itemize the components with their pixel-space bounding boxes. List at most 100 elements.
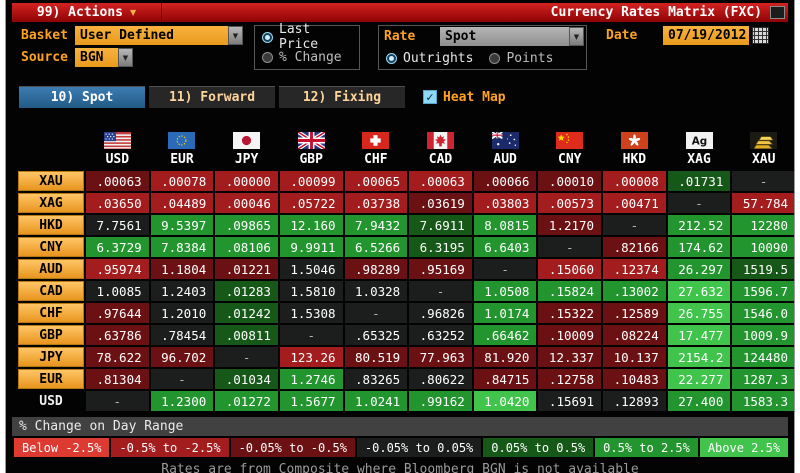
outrights-radio[interactable]: Outrights (386, 48, 473, 68)
rate-cell-cny-hkd[interactable]: .82166 (603, 237, 666, 257)
rate-cell-cny-chf[interactable]: 6.5266 (344, 237, 408, 257)
rate-cell-hkd-eur[interactable]: 9.5397 (150, 215, 214, 235)
calendar-icon[interactable] (752, 27, 769, 44)
rate-cell-cny-eur[interactable]: 7.8384 (150, 237, 214, 257)
rate-cell-xag-eur[interactable]: .04489 (150, 193, 214, 213)
rate-cell-chf-cny[interactable]: .15322 (538, 303, 602, 323)
rate-cell-jpy-cny[interactable]: 12.337 (538, 347, 602, 367)
rate-cell-jpy-xag[interactable]: 2154.2 (667, 347, 731, 367)
rate-cell-xau-cny[interactable]: .00010 (538, 171, 602, 191)
rate-cell-hkd-hkd[interactable]: - (603, 215, 666, 235)
rate-cell-xag-xau[interactable]: 57.784 (732, 193, 794, 213)
rate-cell-jpy-hkd[interactable]: 10.137 (603, 347, 666, 367)
column-header-eur[interactable]: EUR (151, 113, 214, 169)
rate-cell-chf-xag[interactable]: 26.755 (667, 303, 731, 323)
rate-cell-eur-eur[interactable]: - (150, 369, 214, 389)
row-label-hkd[interactable]: HKD (18, 215, 84, 235)
column-header-xau[interactable]: XAU (732, 113, 794, 169)
rate-cell-eur-aud[interactable]: .84715 (473, 369, 537, 389)
source-select[interactable]: BGN (75, 48, 118, 67)
rate-cell-cad-aud[interactable]: 1.0508 (473, 281, 537, 301)
rate-cell-hkd-jpy[interactable]: .09865 (215, 215, 278, 235)
rate-cell-xau-chf[interactable]: .00065 (344, 171, 408, 191)
percent-change-radio[interactable]: % Change (262, 47, 352, 67)
rate-cell-usd-cad[interactable]: .99162 (409, 391, 472, 411)
rate-cell-cny-usd[interactable]: 6.3729 (86, 237, 149, 257)
rate-cell-cad-xag[interactable]: 27.632 (667, 281, 731, 301)
rate-cell-gbp-eur[interactable]: .78454 (150, 325, 214, 345)
rate-cell-chf-jpy[interactable]: .01242 (215, 303, 278, 323)
rate-cell-cad-chf[interactable]: 1.0328 (344, 281, 408, 301)
rate-cell-xau-usd[interactable]: .00063 (86, 171, 149, 191)
tab-forward[interactable]: 11) Forward (149, 86, 275, 108)
rate-cell-eur-hkd[interactable]: .10483 (603, 369, 666, 389)
rate-cell-jpy-cad[interactable]: 77.963 (409, 347, 472, 367)
column-header-usd[interactable]: USD (86, 113, 149, 169)
rate-cell-jpy-chf[interactable]: 80.519 (344, 347, 408, 367)
rate-cell-gbp-aud[interactable]: .66462 (473, 325, 537, 345)
rate-cell-eur-xag[interactable]: 22.277 (667, 369, 731, 389)
rate-cell-xau-aud[interactable]: .00066 (473, 171, 537, 191)
rate-cell-xag-cny[interactable]: .00573 (538, 193, 602, 213)
rate-cell-eur-xau[interactable]: 1287.3 (732, 369, 794, 389)
rate-cell-chf-cad[interactable]: .96826 (409, 303, 472, 323)
rate-cell-xau-cad[interactable]: .00063 (409, 171, 472, 191)
rate-cell-jpy-aud[interactable]: 81.920 (473, 347, 537, 367)
rate-cell-eur-cad[interactable]: .80622 (409, 369, 472, 389)
row-label-cny[interactable]: CNY (18, 237, 84, 257)
rate-cell-cad-cad[interactable]: - (409, 281, 472, 301)
rate-cell-cad-hkd[interactable]: .13002 (603, 281, 666, 301)
rate-cell-xau-jpy[interactable]: .00000 (215, 171, 278, 191)
rate-cell-aud-usd[interactable]: .95974 (86, 259, 149, 279)
rate-cell-xag-jpy[interactable]: .00046 (215, 193, 278, 213)
titlebar-menu-button[interactable] (770, 6, 785, 19)
basket-select[interactable]: User Defined (75, 26, 228, 45)
column-header-aud[interactable]: AUD (474, 113, 537, 169)
row-label-jpy[interactable]: JPY (18, 347, 84, 367)
rate-cell-xag-chf[interactable]: .03738 (344, 193, 408, 213)
rate-cell-cad-jpy[interactable]: .01283 (215, 281, 278, 301)
rate-cell-usd-aud[interactable]: 1.0420 (473, 391, 537, 411)
row-label-gbp[interactable]: GBP (18, 325, 84, 345)
rate-cell-xau-eur[interactable]: .00078 (150, 171, 214, 191)
rate-cell-cny-jpy[interactable]: .08106 (215, 237, 278, 257)
rate-cell-gbp-usd[interactable]: .63786 (86, 325, 149, 345)
rate-cell-hkd-xag[interactable]: 212.52 (667, 215, 731, 235)
rate-select-arrow[interactable]: ▼ (569, 27, 584, 46)
heat-map-toggle[interactable]: ✓ Heat Map (423, 86, 506, 108)
date-input[interactable]: 07/19/2012 (663, 26, 749, 45)
rate-cell-xag-gbp[interactable]: .05722 (279, 193, 343, 213)
row-label-aud[interactable]: AUD (18, 259, 84, 279)
rate-cell-xag-usd[interactable]: .03650 (86, 193, 149, 213)
rate-cell-gbp-cad[interactable]: .63252 (409, 325, 472, 345)
rate-cell-hkd-usd[interactable]: 7.7561 (86, 215, 149, 235)
column-header-jpy[interactable]: JPY (215, 113, 278, 169)
rate-cell-cad-xau[interactable]: 1596.7 (732, 281, 794, 301)
rate-cell-cad-gbp[interactable]: 1.5810 (279, 281, 343, 301)
rate-cell-usd-xag[interactable]: 27.400 (667, 391, 731, 411)
rate-cell-gbp-hkd[interactable]: .08224 (603, 325, 666, 345)
rate-cell-usd-chf[interactable]: 1.0241 (344, 391, 408, 411)
rate-cell-eur-cny[interactable]: .12758 (538, 369, 602, 389)
rate-cell-cad-usd[interactable]: 1.0085 (86, 281, 149, 301)
rate-cell-usd-gbp[interactable]: 1.5677 (279, 391, 343, 411)
rate-cell-gbp-jpy[interactable]: .00811 (215, 325, 278, 345)
rate-cell-xag-hkd[interactable]: .00471 (603, 193, 666, 213)
rate-cell-aud-hkd[interactable]: .12374 (603, 259, 666, 279)
rate-cell-jpy-jpy[interactable]: - (215, 347, 278, 367)
rate-cell-usd-xau[interactable]: 1583.3 (732, 391, 794, 411)
rate-cell-usd-jpy[interactable]: .01272 (215, 391, 278, 411)
column-header-cny[interactable]: CNY (538, 113, 601, 169)
rate-cell-chf-hkd[interactable]: .12589 (603, 303, 666, 323)
rate-cell-aud-cny[interactable]: .15060 (538, 259, 602, 279)
rate-cell-aud-eur[interactable]: 1.1804 (150, 259, 214, 279)
source-select-arrow[interactable]: ▼ (118, 48, 133, 67)
rate-cell-eur-usd[interactable]: .81304 (86, 369, 149, 389)
rate-cell-chf-usd[interactable]: .97644 (86, 303, 149, 323)
rate-cell-gbp-cny[interactable]: .10009 (538, 325, 602, 345)
row-label-chf[interactable]: CHF (18, 303, 84, 323)
column-header-cad[interactable]: CAD (409, 113, 472, 169)
rate-cell-gbp-xau[interactable]: 1009.9 (732, 325, 794, 345)
rate-cell-eur-gbp[interactable]: 1.2746 (279, 369, 343, 389)
rate-cell-xag-aud[interactable]: .03803 (473, 193, 537, 213)
